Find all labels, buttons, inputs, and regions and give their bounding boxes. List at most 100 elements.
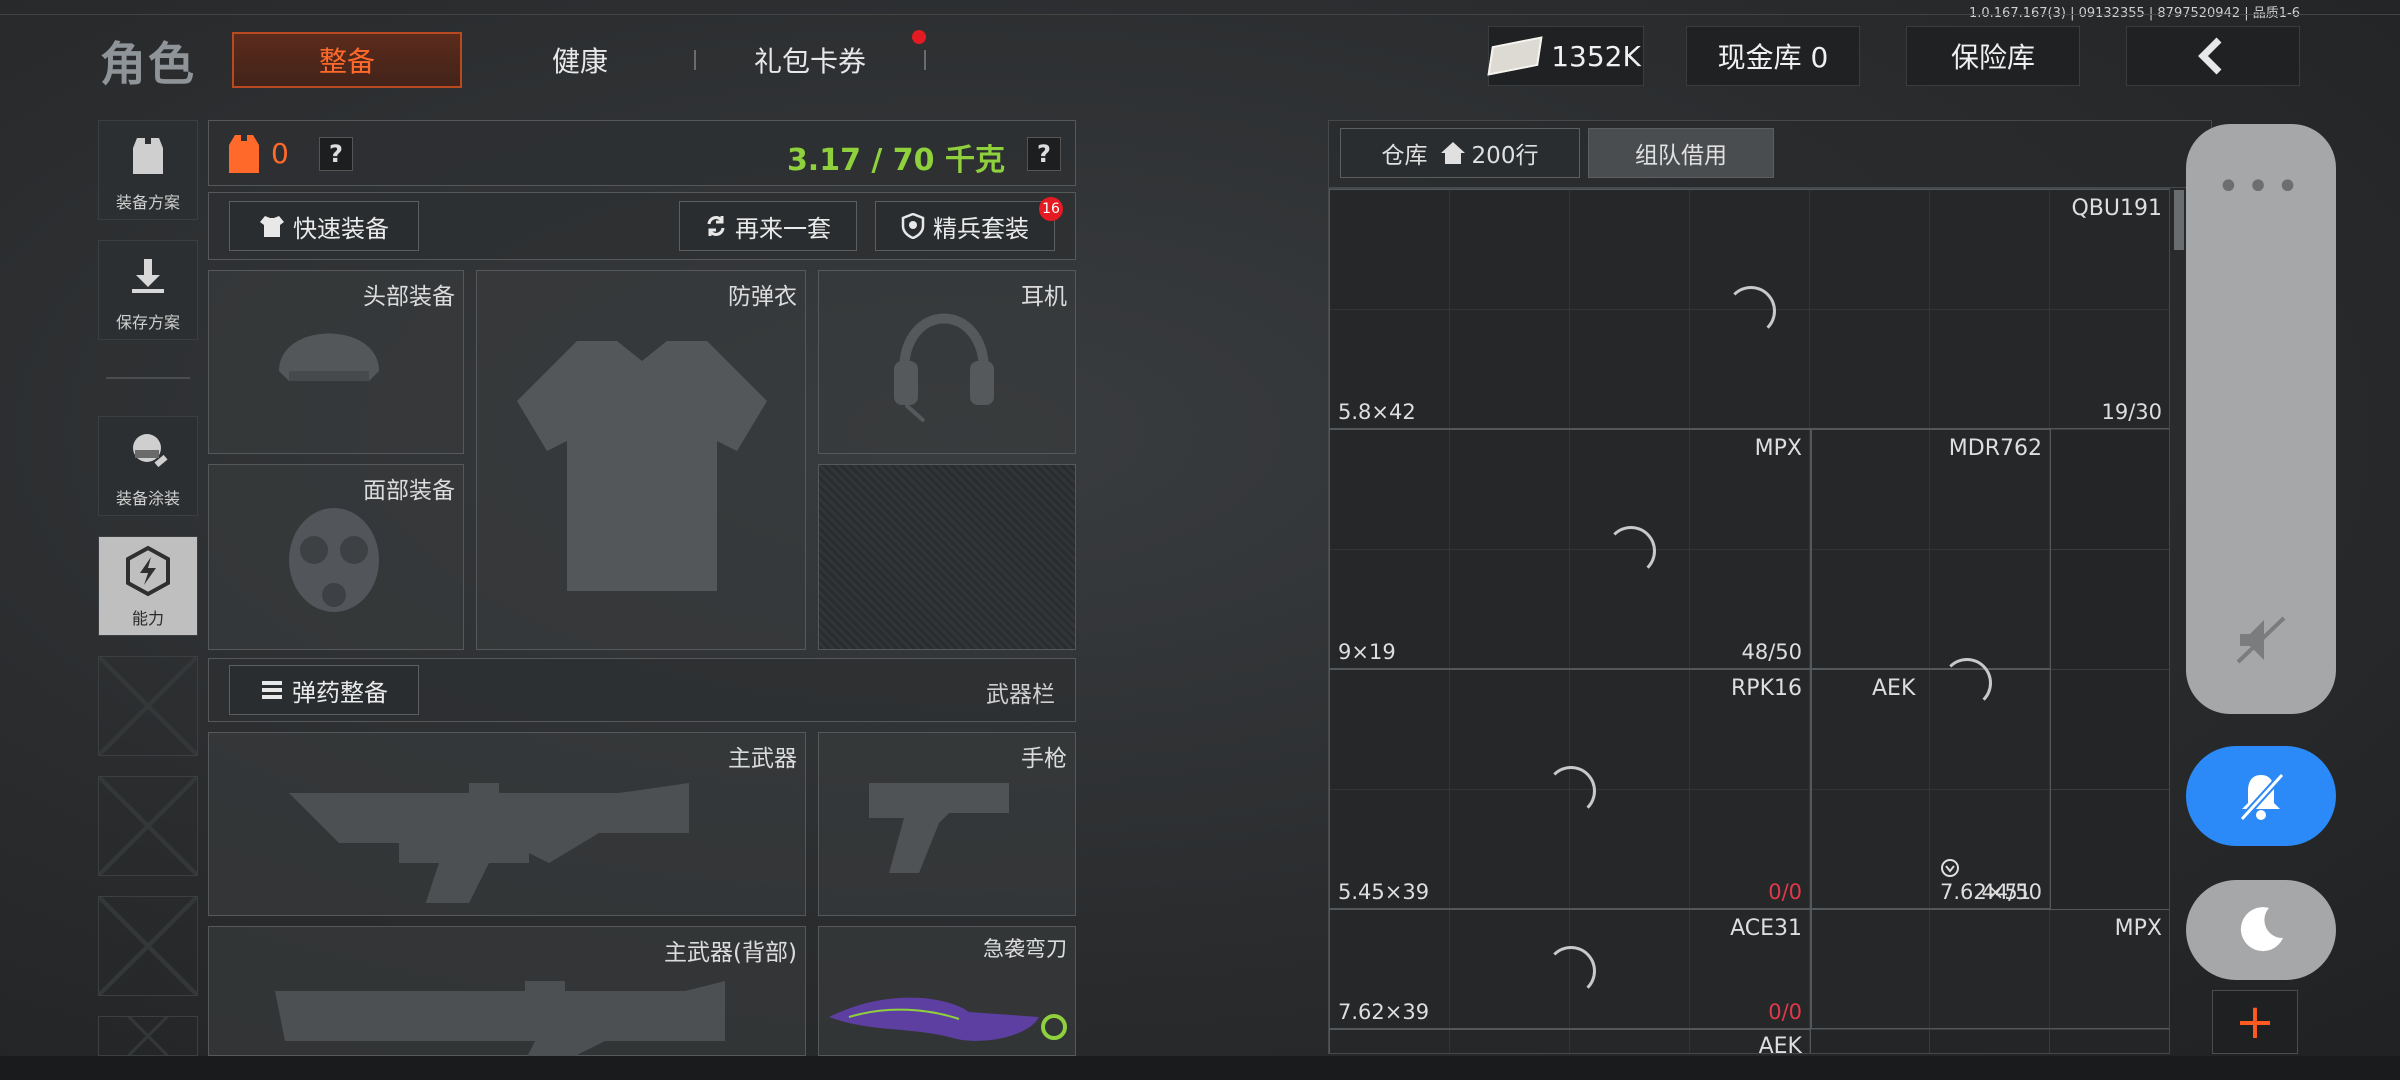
cash-icon xyxy=(1487,36,1543,76)
slot-label: 面部装备 xyxy=(363,478,455,504)
inventory-item[interactable]: MDR762 xyxy=(1811,429,2051,669)
item-name: ACE31 xyxy=(1730,916,1802,941)
tab-warehouse[interactable]: 仓库 200行 xyxy=(1340,128,1580,178)
loading-spinner-icon xyxy=(1606,526,1656,576)
pistol-slot[interactable]: 手枪 xyxy=(818,732,1076,916)
notification-off-button[interactable] xyxy=(2186,746,2336,846)
sidebar-empty-slot xyxy=(98,896,198,996)
vest-icon xyxy=(125,121,171,189)
quick-equip-button[interactable]: 快速装备 xyxy=(229,201,419,251)
add-button[interactable]: + xyxy=(2212,990,2298,1054)
rifle-back-icon xyxy=(275,981,725,1061)
loading-spinner-icon xyxy=(1726,286,1776,336)
mute-icon[interactable] xyxy=(2236,614,2286,666)
primary-weapon-slot[interactable]: 主武器 xyxy=(208,732,806,916)
warehouse-grid[interactable]: QBU191 5.8×42 19/30 MPX 9×19 48/50 MDR76… xyxy=(1328,188,2170,1054)
loading-spinner-icon xyxy=(1546,766,1596,816)
tab-outfit[interactable]: 整备 xyxy=(232,32,462,88)
item-count: 19/30 xyxy=(2101,400,2162,424)
loadout-actions-bar: 快速装备 再来一套 精兵套装 16 xyxy=(208,192,1076,260)
again-set-button[interactable]: 再来一套 xyxy=(679,201,857,251)
night-mode-button[interactable] xyxy=(2186,880,2336,980)
bottom-bar xyxy=(0,1056,2400,1080)
sidebar-item-loadout-plan[interactable]: 装备方案 xyxy=(98,120,198,220)
back-weapon-slot[interactable]: 主武器(背部) xyxy=(208,926,806,1061)
sidebar-item-label: 装备方案 xyxy=(115,193,180,212)
body-armor-slot[interactable]: 防弹衣 xyxy=(476,270,806,650)
pistol-icon xyxy=(869,783,1009,873)
headset-icon xyxy=(894,313,994,423)
item-name: RPK16 xyxy=(1731,676,1802,701)
elite-set-label: 精兵套装 xyxy=(933,214,1029,243)
item-count: 0/0 xyxy=(1768,880,1802,904)
help-button[interactable]: ? xyxy=(319,137,353,171)
item-caliber: 7.62×39 xyxy=(1338,1000,1430,1024)
insurance-vault-button[interactable]: 保险库 xyxy=(1906,26,2080,86)
inventory-item[interactable]: AEK 7.62×51 44/50 xyxy=(1811,658,2051,909)
back-button[interactable] xyxy=(2126,26,2300,86)
karambit-icon xyxy=(829,997,1067,1041)
weight-display: 3.17 / 70 千克 xyxy=(786,143,1005,178)
again-set-label: 再来一套 xyxy=(735,214,831,243)
chevron-left-icon xyxy=(2198,37,2222,75)
tab-separator xyxy=(924,50,926,70)
ammo-prep-button[interactable]: 弹药整备 xyxy=(229,665,419,715)
tab-team-borrow[interactable]: 组队借用 xyxy=(1588,128,1774,178)
tab-health[interactable]: 健康 xyxy=(480,32,680,88)
weight-help-button[interactable]: ? xyxy=(1027,137,1061,171)
warehouse-tab-label: 仓库 xyxy=(1381,143,1428,169)
inventory-item[interactable]: MPX xyxy=(1811,909,2169,1029)
item-count: 44/50 xyxy=(1981,880,2042,904)
helmet-icon xyxy=(279,333,379,381)
empty-gear-slot xyxy=(818,464,1076,650)
inventory-item[interactable]: AEK xyxy=(1329,1029,1811,1053)
sidebar-empty-slot xyxy=(98,776,198,876)
item-name: MDR762 xyxy=(1948,436,2042,461)
item-name: MPX xyxy=(2114,916,2162,941)
home-icon xyxy=(1440,142,1465,164)
tab-gift-coupons[interactable]: 礼包卡券 xyxy=(710,32,910,88)
moon-icon xyxy=(2240,907,2283,952)
sidebar-item-label: 装备涂装 xyxy=(115,489,180,508)
inventory-item[interactable]: MPX 9×19 48/50 xyxy=(1329,429,1811,669)
shirt-icon xyxy=(260,216,284,237)
inventory-item[interactable]: RPK16 5.45×39 0/0 xyxy=(1329,669,1811,909)
armor-count: 0 xyxy=(271,137,289,170)
tab-separator xyxy=(694,50,696,70)
inventory-item[interactable]: QBU191 5.8×42 19/30 xyxy=(1329,189,2169,429)
ammo-prep-label: 弹药整备 xyxy=(292,678,388,707)
slot-label: 主武器 xyxy=(728,746,797,772)
version-text: 1.0.167.167(3) | 09132355 | 8797520942 |… xyxy=(1968,6,2300,21)
headset-slot[interactable]: 耳机 xyxy=(818,270,1076,454)
item-caliber: 9×19 xyxy=(1338,640,1396,664)
head-gear-slot[interactable]: 头部装备 xyxy=(208,270,464,454)
slot-label: 主武器(背部) xyxy=(664,940,797,966)
sidebar-item-skins[interactable]: 装备涂装 xyxy=(98,416,198,516)
rifle-icon xyxy=(289,783,689,903)
body-armor-icon xyxy=(517,341,767,591)
ability-icon xyxy=(122,537,174,605)
slot-label: 急袭弯刀 xyxy=(983,937,1067,961)
sidebar-item-save-plan[interactable]: 保存方案 xyxy=(98,240,198,340)
warehouse-scrollbar[interactable] xyxy=(2174,190,2184,250)
loadout-header: 0 ? 3.17 / 70 千克 ? xyxy=(208,120,1076,186)
sidebar-item-label: 能力 xyxy=(131,609,164,628)
melee-slot[interactable]: 急袭弯刀 xyxy=(818,926,1076,1056)
ammo-icon xyxy=(262,681,282,699)
bell-off-icon xyxy=(2239,772,2285,822)
inventory-item[interactable]: ACE31 7.62×39 0/0 xyxy=(1329,909,1811,1029)
sidebar-item-label: 保存方案 xyxy=(115,313,180,332)
weapon-bar-header: 弹药整备 武器栏 xyxy=(208,658,1076,722)
loading-spinner-icon xyxy=(1942,658,1992,708)
warehouse-rows: 200行 xyxy=(1471,143,1539,169)
cash-vault-button[interactable]: 现金库 0 xyxy=(1686,26,1860,86)
elite-set-badge: 16 xyxy=(1039,197,1063,221)
page-title: 角色 xyxy=(100,37,196,91)
quick-equip-label: 快速装备 xyxy=(293,214,389,243)
elite-set-button[interactable]: 精兵套装 xyxy=(875,201,1055,251)
sidebar-divider xyxy=(106,377,190,379)
item-count: 48/50 xyxy=(1741,640,1802,664)
sidebar-item-ability[interactable]: 能力 xyxy=(98,536,198,636)
more-options-icon[interactable]: ••• xyxy=(2186,164,2336,210)
face-gear-slot[interactable]: 面部装备 xyxy=(208,464,464,650)
